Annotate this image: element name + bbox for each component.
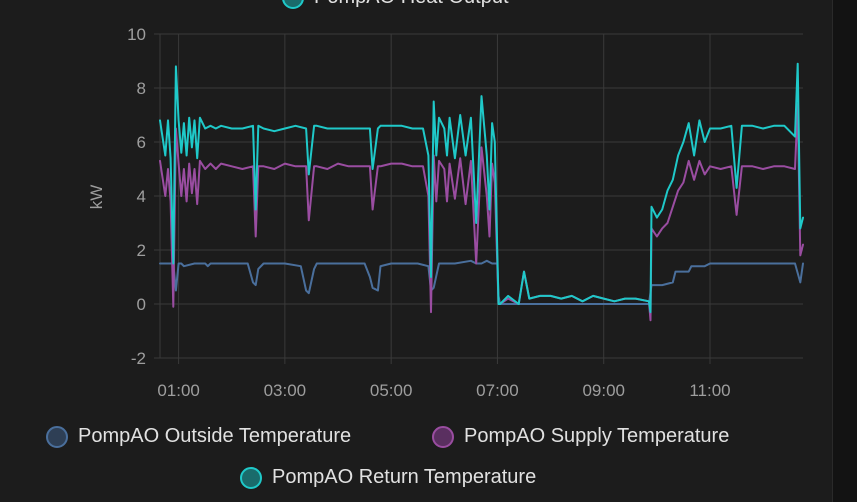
line-chart: 10 8 6 4 2 0 -2 01:00 03:00 05:00 07:00 09:00 11:00… xyxy=(87,25,804,400)
legend-swatch-supply-temperature xyxy=(432,425,454,448)
x-tick-label: 03:00 xyxy=(264,381,307,400)
legend-label-supply-temperature: PompAO Supply Temperature xyxy=(464,425,730,447)
x-tick-label: 01:00 xyxy=(157,381,200,400)
y-axis-label: kW xyxy=(87,185,106,210)
y-tick-label: 2 xyxy=(137,241,146,260)
legend-item-supply-temperature[interactable]: PompAO Supply Temperature xyxy=(432,425,729,448)
chart-card: PompAO Heat Output 1086420-2 01:0003:000… xyxy=(0,0,832,502)
y-tick-label: 0 xyxy=(137,295,146,314)
legend-label-outside-temperature: PompAO Outside Temperature xyxy=(78,425,352,447)
x-tick-label: 07:00 xyxy=(476,381,519,400)
legend-item-return-temperature[interactable]: PompAO Return Temperature xyxy=(240,466,536,489)
chart-series xyxy=(159,62,804,322)
y-tick-label: -2 xyxy=(131,349,146,368)
y-tick-label: 10 xyxy=(127,25,146,44)
side-panel xyxy=(832,0,857,502)
legend-swatch-outside-temperature xyxy=(46,425,68,448)
x-tick-label: 05:00 xyxy=(370,381,413,400)
y-tick-label: 6 xyxy=(137,133,146,152)
y-axis: 10 8 6 4 2 0 -2 xyxy=(127,25,146,368)
legend-item-outside-temperature[interactable]: PompAO Outside Temperature xyxy=(46,425,351,448)
series-line-outside-temperature xyxy=(159,259,804,305)
legend-swatch-return-temperature xyxy=(240,466,262,489)
legend-label-return-temperature: PompAO Return Temperature xyxy=(272,466,537,488)
x-tick-label: 11:00 xyxy=(689,381,730,400)
x-tick-label: 09:00 xyxy=(582,381,625,400)
x-axis: 01:00 03:00 05:00 07:00 09:00 11:00 xyxy=(157,381,730,400)
y-tick-label: 4 xyxy=(137,187,146,206)
y-tick-label: 8 xyxy=(137,79,146,98)
